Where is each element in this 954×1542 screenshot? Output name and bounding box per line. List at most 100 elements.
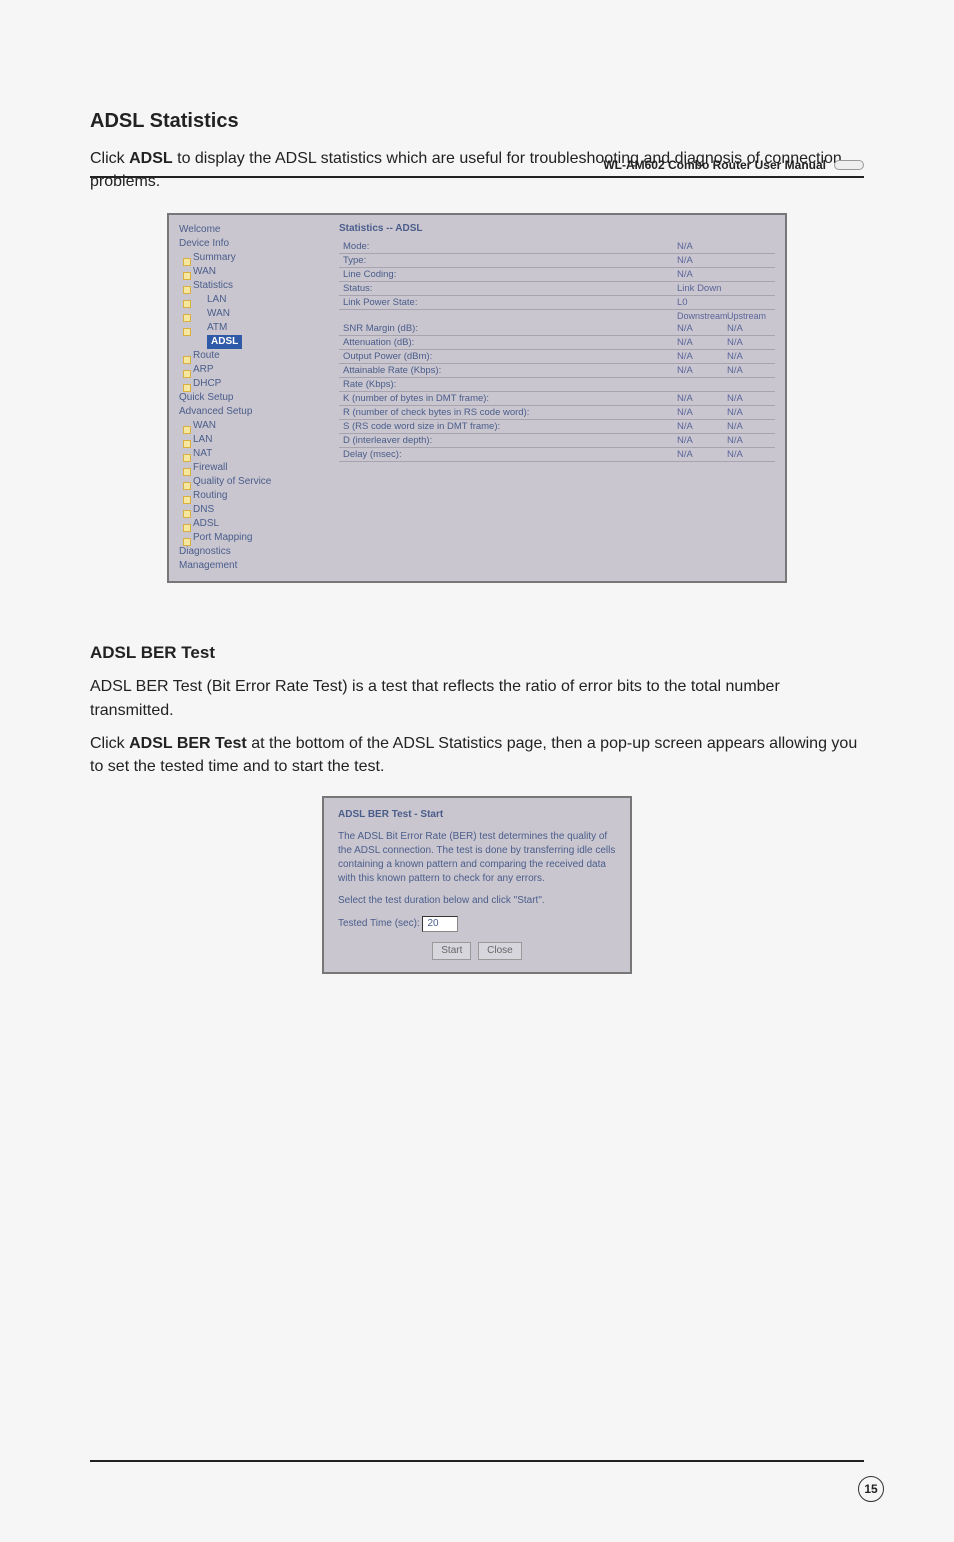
stat-label: Delay (msec): bbox=[339, 448, 675, 461]
stat-down: N/A bbox=[675, 420, 725, 433]
table-row: Attainable Rate (Kbps):N/AN/A bbox=[339, 364, 775, 378]
stat-label: S (RS code word size in DMT frame): bbox=[339, 420, 675, 433]
stat-up: N/A bbox=[725, 364, 775, 377]
tree-wan[interactable]: WAN bbox=[179, 265, 329, 279]
section-adsl-ber-test: ADSL BER Test ADSL BER Test (Bit Error R… bbox=[90, 643, 864, 974]
hdr-empty bbox=[339, 315, 675, 317]
tree-route[interactable]: Route bbox=[179, 349, 329, 363]
stat-empty bbox=[725, 246, 775, 248]
dialog-instruction: Select the test duration below and click… bbox=[338, 894, 616, 908]
table-row: Rate (Kbps): bbox=[339, 378, 775, 392]
tree-lan[interactable]: LAN bbox=[179, 293, 329, 307]
tree-wan2[interactable]: WAN bbox=[179, 307, 329, 321]
table-row: Output Power (dBm):N/AN/A bbox=[339, 350, 775, 364]
col-upstream: Upstream bbox=[725, 310, 775, 322]
tree-arp[interactable]: ARP bbox=[179, 363, 329, 377]
table-row: Line Coding: N/A bbox=[339, 268, 775, 282]
table-row: Mode: N/A bbox=[339, 240, 775, 254]
col-downstream: Downstream bbox=[675, 310, 725, 322]
bold-ber: ADSL BER Test bbox=[129, 735, 247, 752]
tree-adsl-selected[interactable]: ADSL bbox=[179, 335, 329, 349]
table-row: R (number of check bytes in RS code word… bbox=[339, 406, 775, 420]
tree-device-info[interactable]: Device Info bbox=[179, 237, 329, 251]
table-row: D (interleaver depth):N/AN/A bbox=[339, 434, 775, 448]
stat-value: N/A bbox=[675, 240, 725, 253]
tree-portmap[interactable]: Port Mapping bbox=[179, 531, 329, 545]
stat-down: N/A bbox=[675, 350, 725, 363]
screenshot-ber-dialog: ADSL BER Test - Start The ADSL Bit Error… bbox=[322, 796, 632, 974]
stat-down: N/A bbox=[675, 392, 725, 405]
dialog-body: The ADSL Bit Error Rate (BER) test deter… bbox=[338, 830, 616, 886]
stat-up: N/A bbox=[725, 420, 775, 433]
stats-panel: Statistics -- ADSL Mode: N/A Type: N/A L… bbox=[339, 223, 775, 573]
stat-label: SNR Margin (dB): bbox=[339, 322, 675, 335]
stat-label: Link Power State: bbox=[339, 296, 675, 309]
table-row: Status: Link Down bbox=[339, 282, 775, 296]
stat-down: N/A bbox=[675, 322, 725, 335]
section-adsl-statistics: ADSL Statistics Click ADSL to display th… bbox=[90, 110, 864, 583]
tree-adsl-label: ADSL bbox=[207, 335, 242, 349]
stat-label: Mode: bbox=[339, 240, 675, 253]
stat-up: N/A bbox=[725, 322, 775, 335]
subsection-title: ADSL BER Test bbox=[90, 643, 864, 663]
stat-down: N/A bbox=[675, 336, 725, 349]
tree-atm[interactable]: ATM bbox=[179, 321, 329, 335]
stat-empty bbox=[725, 274, 775, 276]
stat-up: N/A bbox=[725, 406, 775, 419]
tree-welcome[interactable]: Welcome bbox=[179, 223, 329, 237]
stat-value: N/A bbox=[675, 254, 725, 267]
tree-wan3[interactable]: WAN bbox=[179, 419, 329, 433]
tree-statistics[interactable]: Statistics bbox=[179, 279, 329, 293]
stat-label: D (interleaver depth): bbox=[339, 434, 675, 447]
stat-label: K (number of bytes in DMT frame): bbox=[339, 392, 675, 405]
tree-nat[interactable]: NAT bbox=[179, 447, 329, 461]
stat-up: N/A bbox=[725, 448, 775, 461]
ber-paragraph1: ADSL BER Test (Bit Error Rate Test) is a… bbox=[90, 675, 864, 721]
stat-up: N/A bbox=[725, 392, 775, 405]
stat-label: Attenuation (dB): bbox=[339, 336, 675, 349]
ber-paragraph2: Click ADSL BER Test at the bottom of the… bbox=[90, 732, 864, 778]
tree-qos[interactable]: Quality of Service bbox=[179, 475, 329, 489]
tree-summary[interactable]: Summary bbox=[179, 251, 329, 265]
tree-lan2[interactable]: LAN bbox=[179, 433, 329, 447]
tree-diagnostics[interactable]: Diagnostics bbox=[179, 545, 329, 559]
table-row: Delay (msec):N/AN/A bbox=[339, 448, 775, 462]
stat-label: R (number of check bytes in RS code word… bbox=[339, 406, 675, 419]
section-title: ADSL Statistics bbox=[90, 110, 864, 133]
table-row: Attenuation (dB):N/AN/A bbox=[339, 336, 775, 350]
start-button[interactable]: Start bbox=[432, 942, 471, 960]
tested-time-select[interactable]: 20 bbox=[422, 916, 458, 932]
stat-empty bbox=[725, 260, 775, 262]
tree-firewall[interactable]: Firewall bbox=[179, 461, 329, 475]
table-row: Link Power State: L0 bbox=[339, 296, 775, 310]
stat-label: Type: bbox=[339, 254, 675, 267]
tree-routing[interactable]: Routing bbox=[179, 489, 329, 503]
stat-value: L0 bbox=[675, 296, 725, 309]
text: Click bbox=[90, 735, 129, 752]
stat-down: N/A bbox=[675, 448, 725, 461]
tested-time-label: Tested Time (sec): bbox=[338, 918, 420, 929]
footer-rule bbox=[90, 1460, 864, 1462]
stat-value: N/A bbox=[675, 268, 725, 281]
stat-label: Attainable Rate (Kbps): bbox=[339, 364, 675, 377]
stat-label: Output Power (dBm): bbox=[339, 350, 675, 363]
dialog-title: ADSL BER Test - Start bbox=[338, 808, 616, 822]
tree-dns[interactable]: DNS bbox=[179, 503, 329, 517]
stat-label: Status: bbox=[339, 282, 675, 295]
stat-up: N/A bbox=[725, 350, 775, 363]
stat-label: Line Coding: bbox=[339, 268, 675, 281]
close-button[interactable]: Close bbox=[478, 942, 522, 960]
screenshot-adsl-statistics: Welcome Device Info Summary WAN Statisti… bbox=[167, 213, 787, 583]
stat-up bbox=[725, 384, 775, 386]
tree-advanced-setup[interactable]: Advanced Setup bbox=[179, 405, 329, 419]
tree-adsl2[interactable]: ADSL bbox=[179, 517, 329, 531]
page-header: WL-AM602 Combo Router User Manual bbox=[90, 158, 864, 178]
stat-value: Link Down bbox=[675, 282, 775, 295]
table-row: Type: N/A bbox=[339, 254, 775, 268]
tree-quick-setup[interactable]: Quick Setup bbox=[179, 391, 329, 405]
tree-dhcp[interactable]: DHCP bbox=[179, 377, 329, 391]
tree-management[interactable]: Management bbox=[179, 559, 329, 573]
nav-tree: Welcome Device Info Summary WAN Statisti… bbox=[179, 223, 329, 573]
dialog-buttons: Start Close bbox=[338, 942, 616, 960]
table-row: K (number of bytes in DMT frame):N/AN/A bbox=[339, 392, 775, 406]
